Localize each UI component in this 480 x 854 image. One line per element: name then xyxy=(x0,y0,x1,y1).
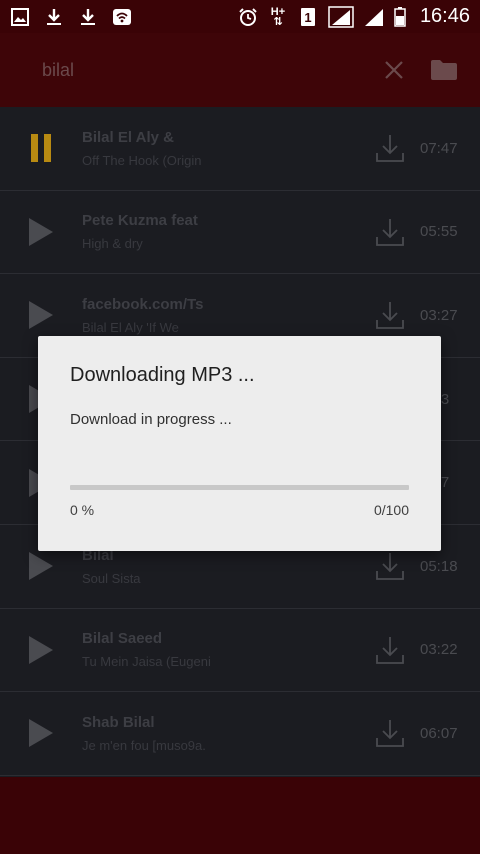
search-toolbar: bilal xyxy=(0,33,480,107)
track-info: Bilal Soul Sista xyxy=(82,547,364,586)
track-row[interactable]: Bilal Saeed Tu Mein Jaisa (Eugeni 03:22 xyxy=(0,609,480,693)
bottom-bar xyxy=(0,777,480,854)
progress-percent: 0 % xyxy=(70,502,95,518)
track-info: Pete Kuzma feat High & dry xyxy=(82,212,364,251)
play-icon[interactable] xyxy=(0,550,82,582)
alarm-icon xyxy=(238,7,258,27)
hplus-network-icon: H+ ⇅ xyxy=(270,5,286,28)
track-duration: 05:18 xyxy=(420,557,458,575)
play-icon[interactable] xyxy=(0,299,82,331)
download-icon xyxy=(376,636,404,664)
download-icon xyxy=(376,553,404,581)
track-title: facebook.com/Ts xyxy=(82,295,204,313)
clear-search-button[interactable] xyxy=(374,50,414,90)
battery-icon xyxy=(394,6,406,27)
play-icon[interactable] xyxy=(0,634,82,666)
signal-icon xyxy=(328,5,354,28)
track-title: Bilal Saeed xyxy=(82,630,163,648)
download-button[interactable] xyxy=(364,133,416,163)
track-subtitle: High & dry xyxy=(82,236,143,252)
download-button[interactable] xyxy=(364,551,416,581)
progress-count: 0/100 xyxy=(373,502,409,518)
track-duration: 03:22 xyxy=(420,641,458,659)
track-subtitle: Tu Mein Jaisa (Eugeni xyxy=(82,654,211,670)
download-button[interactable] xyxy=(364,300,416,330)
download-icon xyxy=(78,7,98,27)
download-icon xyxy=(376,720,404,748)
dialog-message: Download in progress ... xyxy=(70,411,232,428)
play-icon[interactable] xyxy=(0,216,82,248)
track-info: Bilal El Aly & Off The Hook (Origin xyxy=(82,129,364,168)
download-dialog: Downloading MP3 ... Download in progress… xyxy=(38,336,441,551)
signal-icon xyxy=(364,7,384,27)
pause-icon[interactable] xyxy=(0,133,82,163)
track-subtitle: Bilal El Aly 'If We xyxy=(82,319,179,335)
clock: 16:46 xyxy=(419,5,470,27)
track-info: Shab Bilal Je m'en fou [muso9a. xyxy=(82,714,364,753)
track-title: Pete Kuzma feat xyxy=(82,212,198,230)
folder-button[interactable] xyxy=(424,50,464,90)
track-info: Bilal Saeed Tu Mein Jaisa (Eugeni xyxy=(82,630,364,669)
download-icon xyxy=(376,218,404,246)
track-title: Bilal El Aly & xyxy=(82,128,174,146)
wifi-icon xyxy=(112,7,132,27)
image-icon xyxy=(10,7,30,27)
download-button[interactable] xyxy=(364,217,416,247)
folder-icon xyxy=(431,60,457,80)
download-button[interactable] xyxy=(364,718,416,748)
track-info: facebook.com/Ts Bilal El Aly 'If We xyxy=(82,296,364,335)
search-input[interactable]: bilal xyxy=(42,60,364,81)
dialog-title: Downloading MP3 ... xyxy=(70,364,255,386)
track-duration: 03:27 xyxy=(420,306,458,324)
play-icon[interactable] xyxy=(0,717,82,749)
track-row[interactable]: Shab Bilal Je m'en fou [muso9a. 06:07 xyxy=(0,692,480,776)
track-title: Shab Bilal xyxy=(82,713,155,731)
track-duration: 06:07 xyxy=(420,724,458,742)
download-icon xyxy=(376,302,404,330)
download-icon xyxy=(376,135,404,163)
svg-text:1: 1 xyxy=(304,10,311,25)
download-button[interactable] xyxy=(364,635,416,665)
track-duration: 07:47 xyxy=(420,139,458,157)
track-subtitle: Off The Hook (Origin xyxy=(82,152,202,168)
track-subtitle: Je m'en fou [muso9a. xyxy=(82,737,206,753)
sim1-icon: 1 xyxy=(298,7,318,27)
status-bar: H+ ⇅ 1 16:46 xyxy=(0,0,480,33)
download-progress-bar xyxy=(70,485,409,490)
track-row[interactable]: Pete Kuzma feat High & dry 05:55 xyxy=(0,191,480,275)
download-icon xyxy=(44,7,64,27)
track-subtitle: Soul Sista xyxy=(82,570,141,586)
track-duration: 05:55 xyxy=(420,223,458,241)
close-icon xyxy=(385,61,403,79)
track-row[interactable]: Bilal El Aly & Off The Hook (Origin 07:47 xyxy=(0,107,480,191)
